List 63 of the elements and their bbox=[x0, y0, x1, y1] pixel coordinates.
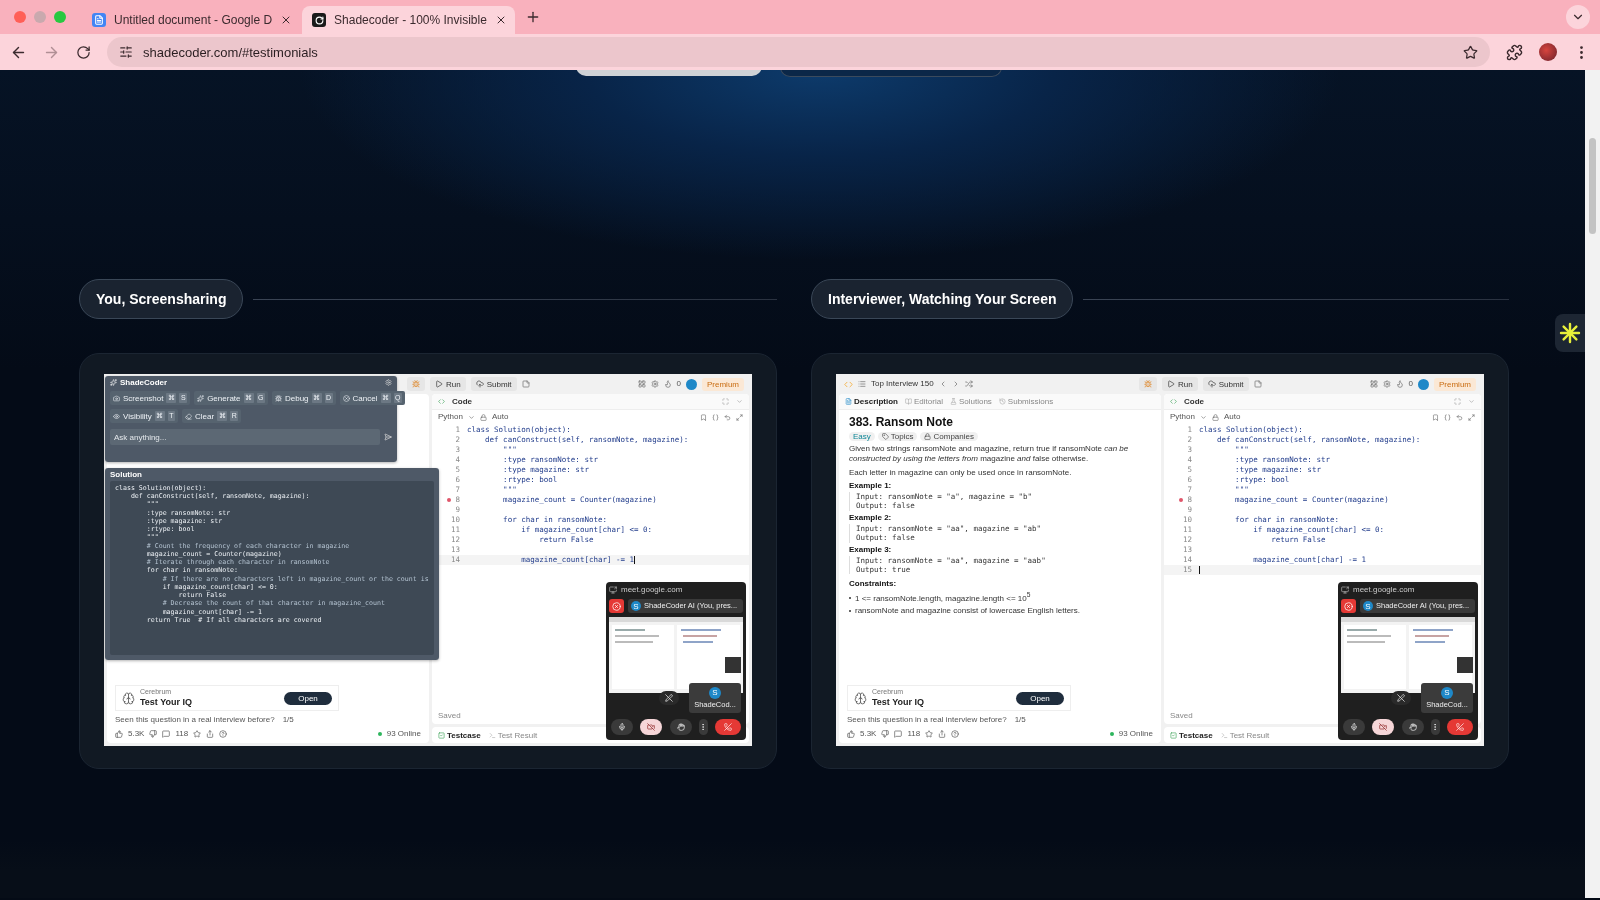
description-tab[interactable]: Editorial bbox=[905, 397, 943, 406]
like-count: 5.3K bbox=[860, 729, 877, 739]
like-count: 5.3K bbox=[128, 729, 145, 739]
open-button[interactable]: Open bbox=[1016, 691, 1064, 705]
address-bar[interactable]: shadecoder.com/#testimonials bbox=[107, 37, 1490, 67]
console-tab[interactable]: Testcase bbox=[1170, 730, 1213, 740]
comment-count: 118 bbox=[175, 729, 189, 739]
tag-chip[interactable]: Easy bbox=[849, 432, 875, 441]
section-heading: You, Screensharing bbox=[79, 279, 244, 319]
run-button[interactable]: Run bbox=[430, 377, 466, 391]
online-count: 93 Online bbox=[1118, 729, 1153, 739]
streak-count: 0 bbox=[1408, 379, 1413, 389]
submit-button[interactable]: Submit bbox=[1202, 377, 1249, 391]
panel-title: Code bbox=[1184, 396, 1204, 407]
problem-text: Given two strings ransomNote and magazine, return true if ransomNote can be constructed by using the letters from magazine and false otherwise. bbox=[849, 444, 1130, 464]
run-button[interactable]: Run bbox=[1162, 377, 1198, 391]
panel-title: ShadeCoder bbox=[120, 377, 168, 388]
example-heading: Example 1: bbox=[849, 481, 893, 491]
save-status: Saved bbox=[1169, 711, 1194, 722]
avatar-letter: S bbox=[631, 601, 641, 611]
problem-text: Each letter in magazine can only be used once in ransomNote. bbox=[849, 468, 1073, 478]
avatar-letter: S bbox=[1441, 686, 1453, 699]
vote-count: 1/5 bbox=[282, 715, 294, 725]
interview-question: Seen this question in a real interview before? bbox=[847, 715, 1007, 725]
section-heading: Interviewer, Watching Your Screen bbox=[811, 279, 1074, 319]
example-heading: Example 3: bbox=[849, 544, 893, 555]
open-button[interactable]: Open bbox=[284, 691, 332, 705]
problem-list-title[interactable]: Top Interview 150 bbox=[871, 379, 934, 389]
constraint-text: 1 <= ransomNote.length, magazine.length <= 10$^{5}$ bbox=[855, 591, 1031, 604]
console-tab[interactable]: Testcase bbox=[438, 730, 481, 740]
ad-title: Test Your IQ bbox=[872, 696, 925, 708]
console-tab[interactable]: Test Result bbox=[488, 730, 538, 740]
description-tab[interactable]: Solutions bbox=[949, 397, 992, 406]
language-select[interactable]: Python bbox=[1170, 412, 1195, 422]
popup-url: meet.google.com bbox=[621, 585, 683, 595]
browser-tab[interactable]: Untitled document - Google D bbox=[82, 6, 301, 34]
mode-label: Auto bbox=[491, 412, 509, 422]
submit-button[interactable]: Submit bbox=[470, 377, 517, 391]
comment-count: 118 bbox=[907, 729, 921, 739]
vote-count: 1/5 bbox=[1014, 715, 1026, 725]
language-select[interactable]: Python bbox=[438, 412, 463, 422]
constraint-text: ransomNote and magazine consist of lowercase English letters. bbox=[855, 605, 1080, 616]
ad-title: Test Your IQ bbox=[140, 696, 193, 708]
browser-tab[interactable]: Shadecoder - 100% Invisible bbox=[302, 6, 515, 34]
constraints-heading: Constraints: bbox=[849, 579, 898, 590]
panel-title: Code bbox=[452, 396, 472, 407]
problem-title: 383. Ransom Note bbox=[849, 415, 955, 430]
tag-chip[interactable]: Topics bbox=[877, 432, 918, 441]
example-heading: Example 2: bbox=[849, 512, 893, 523]
tag-chip[interactable]: Companies bbox=[920, 432, 978, 441]
mode-label: Auto bbox=[1223, 412, 1241, 422]
save-status: Saved bbox=[437, 711, 462, 722]
online-count: 93 Online bbox=[386, 729, 421, 739]
interview-question: Seen this question in a real interview before? bbox=[115, 715, 275, 725]
console-tab[interactable]: Test Result bbox=[1220, 730, 1270, 740]
avatar-letter: S bbox=[1363, 601, 1373, 611]
popup-url: meet.google.com bbox=[1353, 585, 1415, 595]
description-tab[interactable]: Description bbox=[845, 397, 898, 406]
streak-count: 0 bbox=[676, 379, 681, 389]
panel-title: Solution bbox=[110, 469, 142, 480]
description-tab[interactable]: Submissions bbox=[998, 397, 1054, 406]
ask-field[interactable]: Ask anything... bbox=[110, 429, 380, 445]
avatar-letter: S bbox=[709, 686, 721, 699]
